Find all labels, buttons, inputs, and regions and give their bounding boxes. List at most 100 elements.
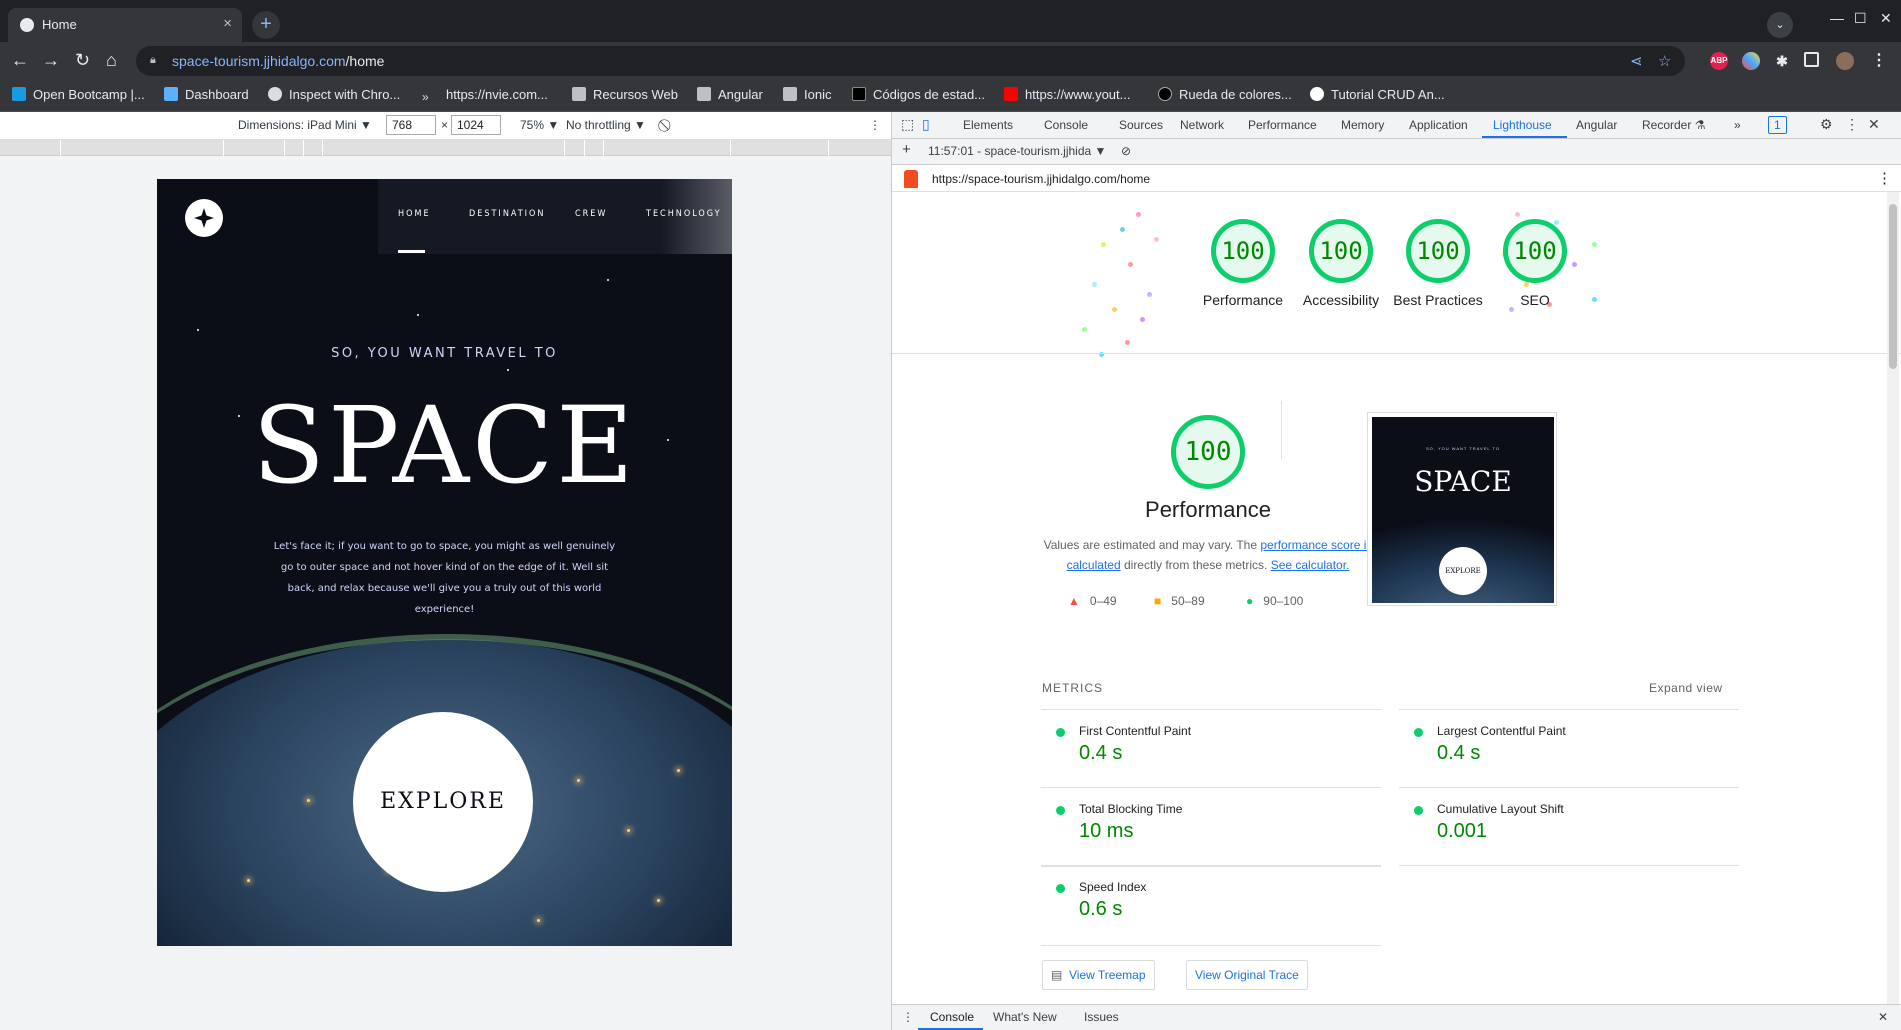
bookmark-star-icon[interactable]: ☆ — [1658, 52, 1671, 70]
nav-technology[interactable]: TECHNOLOGY — [646, 209, 722, 219]
bookmark-item[interactable]: https://www.yout... — [1004, 87, 1131, 102]
avatar[interactable] — [1836, 52, 1854, 70]
bookmark-item[interactable]: Dashboard — [164, 87, 249, 102]
tab-application[interactable]: Application — [1409, 118, 1468, 132]
score-gauge-performance[interactable]: 100 — [1211, 219, 1275, 283]
inspect-element-icon[interactable]: ⬚ — [901, 116, 914, 133]
pass-dot-icon — [1414, 806, 1423, 815]
performance-title: Performance — [1145, 497, 1271, 522]
menu-kebab-icon[interactable]: ⋮ — [1870, 52, 1888, 70]
issues-badge[interactable]: 1 — [1768, 116, 1787, 134]
metric-name: Total Blocking Time — [1079, 802, 1183, 816]
tab-sources[interactable]: Sources — [1119, 118, 1163, 132]
height-input[interactable]: 1024 — [451, 115, 501, 135]
side-panel-icon[interactable] — [1804, 52, 1819, 67]
color-picker-ext-icon[interactable] — [1742, 52, 1760, 70]
close-drawer-icon[interactable]: ✕ — [1878, 1010, 1888, 1024]
tab-lighthouse[interactable]: Lighthouse — [1493, 118, 1552, 132]
tab-search-icon[interactable]: ⌄ — [1767, 12, 1793, 38]
settings-gear-icon[interactable]: ⚙ — [1820, 116, 1833, 133]
tab-angular[interactable]: Angular — [1576, 118, 1617, 132]
tab-title: Home — [42, 17, 77, 32]
tab-console[interactable]: Console — [1044, 118, 1088, 132]
view-original-trace-button[interactable]: View Original Trace — [1186, 960, 1308, 990]
tab-network[interactable]: Network — [1180, 118, 1224, 132]
device-toggle-icon[interactable]: ▯ — [922, 116, 930, 133]
maximize-icon[interactable]: ☐ — [1854, 10, 1867, 27]
nav-home[interactable]: HOME — [398, 209, 431, 219]
browser-toolbar: ← → ↻ ⌂ 🔒︎ space-tourism.jjhidalgo.com/h… — [0, 42, 1901, 80]
score-gauge-accessibility[interactable]: 100 — [1309, 219, 1373, 283]
width-input[interactable]: 768 — [386, 115, 436, 135]
throttling-selector[interactable]: No throttling ▼ — [566, 118, 646, 132]
home-icon[interactable]: ⌂ — [106, 50, 117, 71]
more-tabs-icon[interactable]: » — [1734, 118, 1741, 132]
new-tab-button[interactable]: + — [252, 11, 280, 39]
nav-active-indicator — [398, 250, 425, 253]
report-menu-icon[interactable]: ⋮ — [1877, 169, 1892, 187]
site-logo-icon[interactable] — [185, 199, 223, 237]
close-window-icon[interactable]: ✕ — [1880, 10, 1892, 27]
nav-crew[interactable]: CREW — [575, 209, 607, 219]
zoom-selector[interactable]: 75% ▼ — [520, 118, 559, 132]
final-screenshot[interactable]: SO, YOU WANT TRAVEL TO SPACE EXPLORE — [1367, 412, 1557, 606]
media-query-bar[interactable] — [0, 140, 891, 156]
nav-destination[interactable]: DESTINATION — [469, 209, 545, 219]
report-url: https://space-tourism.jjhidalgo.com/home — [932, 172, 1151, 186]
bookmark-item[interactable]: Inspect with Chro... — [268, 87, 400, 102]
bookmark-item[interactable]: Códigos de estad... — [852, 87, 985, 102]
close-devtools-icon[interactable]: ✕ — [1868, 116, 1880, 133]
thumb-explore: EXPLORE — [1439, 547, 1487, 595]
legend-pass: ● 90–100 — [1246, 594, 1304, 608]
bookmark-item[interactable]: Open Bootcamp |... — [12, 87, 145, 102]
tab-elements[interactable]: Elements — [963, 118, 1013, 132]
report-url-bar: https://space-tourism.jjhidalgo.com/home… — [892, 165, 1901, 192]
browser-tab[interactable]: Home × — [8, 8, 242, 42]
tab-memory[interactable]: Memory — [1341, 118, 1384, 132]
drawer-menu-icon[interactable]: ⋮ — [902, 1010, 914, 1024]
close-tab-icon[interactable]: × — [223, 15, 232, 32]
pass-dot-icon — [1056, 806, 1065, 815]
hero-headline: SPACE — [252, 384, 637, 507]
site-nav: HOME DESTINATION CREW TECHNOLOGY — [378, 179, 732, 254]
performance-score-gauge: 100 — [1171, 415, 1245, 489]
bookmark-folder[interactable]: Angular — [697, 87, 763, 102]
performance-description: Values are estimated and may vary. The p… — [1043, 538, 1373, 572]
bookmark-folder[interactable]: Recursos Web — [572, 87, 678, 102]
see-calculator-link[interactable]: See calculator. — [1271, 558, 1350, 572]
report-selector[interactable]: 11:57:01 - space-tourism.jjhida ▼ — [928, 144, 1106, 158]
expand-view-toggle[interactable]: Expand view — [1649, 681, 1723, 695]
back-icon[interactable]: ← — [11, 50, 29, 71]
extensions-icon[interactable]: ✱ — [1773, 52, 1791, 70]
address-bar[interactable]: 🔒︎ space-tourism.jjhidalgo.com/home ⋖ ☆ — [136, 46, 1685, 76]
forward-icon[interactable]: → — [42, 50, 60, 71]
score-gauge-seo[interactable]: 100 — [1503, 219, 1567, 283]
explore-button[interactable]: EXPLORE — [353, 712, 533, 892]
bookmarks-bar: Open Bootcamp |... Dashboard Inspect wit… — [0, 80, 1901, 112]
thumb-kicker: SO, YOU WANT TRAVEL TO — [1426, 446, 1500, 451]
divider — [892, 353, 1901, 354]
device-more-icon[interactable]: ⋮ — [869, 118, 881, 132]
metric-value: 10 ms — [1079, 820, 1134, 842]
share-icon[interactable]: ⋖ — [1630, 52, 1643, 70]
drawer-tab-console[interactable]: Console — [930, 1010, 974, 1024]
adblock-icon[interactable]: ABP — [1710, 52, 1728, 70]
tab-recorder[interactable]: Recorder ⚗ — [1642, 118, 1705, 132]
new-report-icon[interactable]: + — [902, 141, 911, 158]
score-gauge-best-practices[interactable]: 100 — [1406, 219, 1470, 283]
reload-icon[interactable]: ↻ — [75, 50, 90, 71]
drawer-tab-issues[interactable]: Issues — [1084, 1010, 1119, 1024]
tab-performance[interactable]: Performance — [1248, 118, 1317, 132]
bookmark-item[interactable]: » https://nvie.com... — [422, 87, 548, 104]
bookmark-folder[interactable]: Ionic — [783, 87, 831, 102]
pass-dot-icon — [1056, 884, 1065, 893]
clear-reports-icon[interactable]: ⊘ — [1121, 144, 1131, 158]
minimize-icon[interactable]: — — [1830, 10, 1844, 26]
report-scrollbar[interactable] — [1887, 192, 1899, 1004]
drawer-tab-whats-new[interactable]: What's New — [993, 1010, 1057, 1024]
bookmark-item[interactable]: Tutorial CRUD An... — [1310, 87, 1445, 102]
device-selector[interactable]: Dimensions: iPad Mini ▼ — [238, 118, 372, 132]
bookmark-item[interactable]: Rueda de colores... — [1158, 87, 1292, 102]
view-treemap-button[interactable]: ▤ View Treemap — [1042, 960, 1155, 990]
devtools-kebab-icon[interactable]: ⋮ — [1845, 116, 1859, 133]
